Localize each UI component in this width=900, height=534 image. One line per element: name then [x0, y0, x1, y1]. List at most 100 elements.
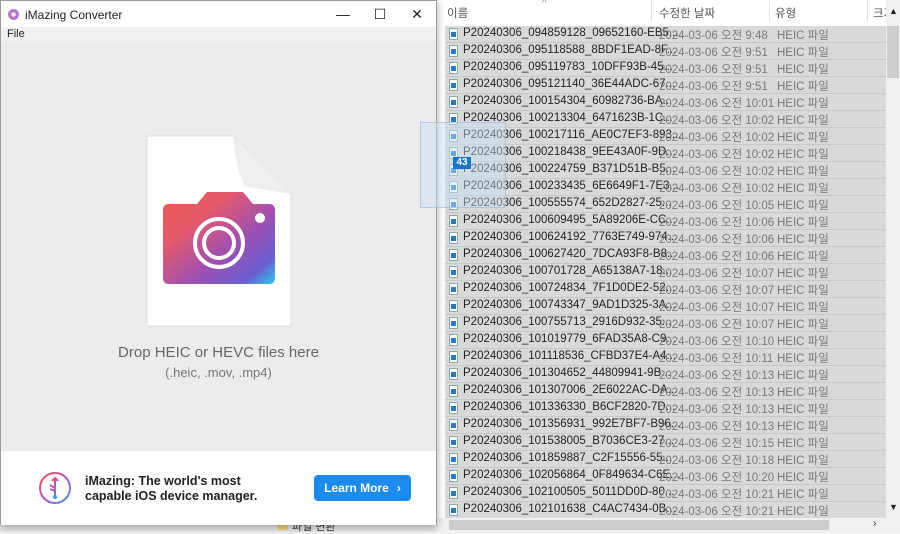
file-type: HEIC 파일: [777, 506, 829, 518]
file-name: P20240306_095118588_8BDF1EAD-8F...: [463, 44, 677, 56]
heic-file-icon: [449, 385, 458, 397]
file-name: P20240306_101304652_44809941-9B...: [463, 367, 671, 379]
file-type: HEIC 파일: [777, 489, 829, 501]
file-date: 2024-03-06 오전 10:02: [659, 132, 775, 144]
file-name: P20240306_102100505_5011DD0D-80...: [463, 486, 675, 498]
file-type: HEIC 파일: [777, 200, 829, 212]
column-type[interactable]: 유형: [775, 5, 796, 21]
file-name: P20240306_100724834_7F1D0DE2-52...: [463, 282, 676, 294]
maximize-button[interactable]: ☐: [361, 1, 399, 27]
file-row[interactable]: P20240306_095118588_8BDF1EAD-8F... 2024-…: [445, 43, 886, 60]
file-date: 2024-03-06 오전 10:18: [659, 455, 775, 467]
file-date: 2024-03-06 오전 10:13: [659, 387, 775, 399]
file-name: P20240306_101538005_B7036CE3-27...: [463, 435, 675, 447]
file-row[interactable]: P20240306_100701728_A65138A7-18... 2024-…: [445, 264, 886, 281]
file-type: HEIC 파일: [777, 115, 829, 127]
file-row[interactable]: P20240306_101356931_992E7BF7-B96... 2024…: [445, 417, 886, 434]
column-divider[interactable]: [651, 0, 652, 22]
file-date: 2024-03-06 오전 10:13: [659, 404, 775, 416]
file-type: HEIC 파일: [777, 455, 829, 467]
scroll-down-icon[interactable]: ▼: [889, 502, 898, 512]
heic-file-icon: [449, 368, 458, 380]
heic-file-icon: [449, 79, 458, 91]
drop-zone[interactable]: Drop HEIC or HEVC files here (.heic, .mo…: [1, 42, 436, 451]
file-row[interactable]: P20240306_100224759_B371D51B-B5... 2024-…: [445, 162, 886, 179]
file-row[interactable]: P20240306_101859887_C2F15556-55... 2024-…: [445, 451, 886, 468]
file-date: 2024-03-06 오전 10:13: [659, 421, 775, 433]
column-name[interactable]: 이름: [447, 5, 468, 21]
heic-file-icon: [449, 62, 458, 74]
file-row[interactable]: P20240306_101118536_CFBD37E4-A4... 2024-…: [445, 349, 886, 366]
file-type: HEIC 파일: [777, 98, 829, 110]
menu-bar: File: [1, 27, 436, 42]
file-row[interactable]: P20240306_100217116_AE0C7EF3-893... 2024…: [445, 128, 886, 145]
heic-file-icon: [449, 249, 458, 261]
file-name: P20240306_100624192_7763E749-974...: [463, 231, 678, 243]
file-row[interactable]: P20240306_100755713_2916D932-35... 2024-…: [445, 315, 886, 332]
file-row[interactable]: P20240306_100609495_5A89206E-CC... 2024-…: [445, 213, 886, 230]
file-type: HEIC 파일: [777, 30, 829, 42]
file-row[interactable]: P20240306_100555574_652D2827-25... 2024-…: [445, 196, 886, 213]
column-divider[interactable]: [867, 0, 868, 22]
heic-file-icon: [449, 436, 458, 448]
drag-count-badge: 43: [453, 157, 471, 169]
column-date[interactable]: 수정한 날짜: [659, 5, 715, 21]
file-row[interactable]: P20240306_100627420_7DCA93F8-B8... 2024-…: [445, 247, 886, 264]
file-row[interactable]: P20240306_102100505_5011DD0D-80... 2024-…: [445, 485, 886, 502]
file-row[interactable]: P20240306_100154304_60982736-BA... 2024-…: [445, 94, 886, 111]
file-date: 2024-03-06 오전 9:51: [659, 81, 768, 93]
drop-title: Drop HEIC or HEVC files here: [118, 344, 319, 361]
vertical-scrollbar[interactable]: ▲ ▼: [886, 0, 900, 518]
file-type: HEIC 파일: [777, 149, 829, 161]
file-row[interactable]: P20240306_095121140_36E44ADC-67... 2024-…: [445, 77, 886, 94]
file-row[interactable]: P20240306_100743347_9AD1D325-3A... 2024-…: [445, 298, 886, 315]
file-row[interactable]: P20240306_100624192_7763E749-974... 2024…: [445, 230, 886, 247]
app-icon: [8, 9, 19, 20]
file-date: 2024-03-06 오전 10:07: [659, 268, 775, 280]
file-row[interactable]: P20240306_101336330_B6CF2820-7D... 2024-…: [445, 400, 886, 417]
title-bar[interactable]: iMazing Converter — ☐ ✕: [1, 1, 436, 27]
scroll-thumb[interactable]: [449, 520, 829, 530]
menu-file[interactable]: File: [7, 28, 25, 40]
file-date: 2024-03-06 오전 10:01: [659, 98, 775, 110]
window-title: iMazing Converter: [25, 8, 123, 22]
scroll-right-icon[interactable]: ›: [873, 518, 876, 529]
file-name: P20240306_100701728_A65138A7-18...: [463, 265, 673, 277]
close-button[interactable]: ✕: [398, 1, 436, 27]
file-type: HEIC 파일: [777, 336, 829, 348]
file-row[interactable]: P20240306_101538005_B7036CE3-27... 2024-…: [445, 434, 886, 451]
file-row[interactable]: P20240306_095119783_10DFF93B-45... 2024-…: [445, 60, 886, 77]
column-divider[interactable]: [769, 0, 770, 22]
file-date: 2024-03-06 오전 10:02: [659, 183, 775, 195]
scroll-up-icon[interactable]: ▲: [889, 6, 898, 16]
file-row[interactable]: P20240306_101304652_44809941-9B... 2024-…: [445, 366, 886, 383]
heic-file-icon: [449, 402, 458, 414]
file-row[interactable]: P20240306_100218438_9EE43A0F-9D... 2024-…: [445, 145, 886, 162]
horizontal-scrollbar[interactable]: ›: [437, 518, 900, 532]
promo-text: iMazing: The world's most capable iOS de…: [85, 474, 257, 504]
file-name: P20240306_101118536_CFBD37E4-A4...: [463, 350, 677, 362]
file-type: HEIC 파일: [777, 81, 829, 93]
file-row[interactable]: P20240306_102056864_0F849634-C6E... 2024…: [445, 468, 886, 485]
file-name: P20240306_094859128_09652160-EB5...: [463, 27, 679, 39]
scroll-thumb[interactable]: [887, 26, 899, 78]
file-row[interactable]: P20240306_100233435_6E6649F1-7E3... 2024…: [445, 179, 886, 196]
file-row[interactable]: P20240306_100724834_7F1D0DE2-52... 2024-…: [445, 281, 886, 298]
file-type: HEIC 파일: [777, 64, 829, 76]
file-row[interactable]: P20240306_101307006_2E6022AC-DA... 2024-…: [445, 383, 886, 400]
file-name: P20240306_101356931_992E7BF7-B96...: [463, 418, 681, 430]
learn-more-button[interactable]: Learn More ›: [314, 475, 411, 501]
imazing-logo-icon: [39, 472, 71, 504]
file-date: 2024-03-06 오전 10:02: [659, 115, 775, 127]
heic-file-icon: [449, 215, 458, 227]
file-name: P20240306_101307006_2E6022AC-DA...: [463, 384, 678, 396]
chevron-right-icon: ›: [396, 481, 401, 495]
heic-file-icon: [449, 45, 458, 57]
file-row[interactable]: P20240306_102101638_C4AC7434-0B... 2024-…: [445, 502, 886, 519]
file-date: 2024-03-06 오전 9:51: [659, 47, 768, 59]
file-row[interactable]: P20240306_094859128_09652160-EB5... 2024…: [445, 26, 886, 43]
file-row[interactable]: P20240306_100213304_6471623B-1C... 2024-…: [445, 111, 886, 128]
file-row[interactable]: P20240306_101019779_6FAD35A8-C9... 2024-…: [445, 332, 886, 349]
file-type: HEIC 파일: [777, 251, 829, 263]
minimize-button[interactable]: —: [324, 1, 362, 27]
